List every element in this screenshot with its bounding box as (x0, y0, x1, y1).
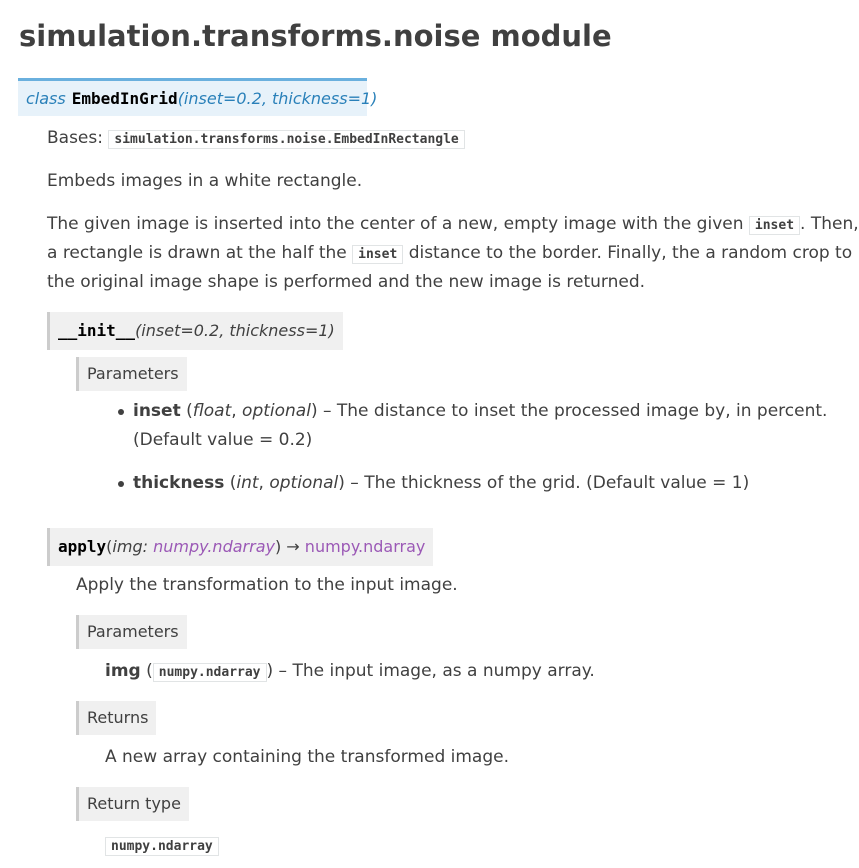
img-type-link[interactable]: numpy.ndarray (152, 663, 267, 682)
apply-name: apply (58, 537, 107, 556)
param-inset-default: (Default value = 0.2) (133, 430, 313, 450)
return-type-value-line: numpy.ndarray (105, 831, 219, 860)
return-type-label: Return type (76, 787, 189, 821)
returns-label: Returns (76, 701, 157, 735)
bases-line: Bases: simulation.transforms.noise.Embed… (47, 124, 465, 153)
class-summary: Embeds images in a white rectangle. (47, 171, 363, 191)
returns-text: A new array containing the transformed i… (105, 747, 509, 767)
description-line-3: the original image shape is performed an… (47, 272, 646, 292)
inline-code-inset: inset (748, 216, 801, 235)
param-thickness: thickness (int, optional) – The thicknes… (133, 473, 750, 493)
page-title: simulation.transforms.noise module (19, 19, 612, 53)
inline-code-inset: inset (352, 245, 404, 264)
description-line-2: a rectangle is drawn at the half the ins… (47, 243, 853, 264)
param-inset: inset (float, optional) – The distance t… (133, 401, 828, 421)
class-keyword: class (26, 89, 66, 108)
init-signature[interactable]: __init__(inset=0.2, thickness=1) (47, 312, 343, 350)
apply-summary: Apply the transformation to the input im… (76, 575, 458, 595)
bullet-icon (118, 409, 124, 415)
description-line-1: The given image is inserted into the cen… (47, 214, 859, 235)
bases-link[interactable]: simulation.transforms.noise.EmbedInRecta… (108, 130, 465, 149)
init-parameters-label: Parameters (76, 357, 187, 391)
init-name: __init__ (58, 321, 136, 340)
bases-label: Bases: (47, 128, 103, 148)
return-type-value[interactable]: numpy.ndarray (105, 837, 219, 856)
apply-parameters-label: Parameters (76, 615, 187, 649)
param-img: img (numpy.ndarray) – The input image, a… (105, 661, 595, 682)
param-type-link[interactable]: numpy.ndarray (153, 537, 275, 556)
class-signature[interactable]: class EmbedInGrid(inset=0.2, thickness=1) (18, 78, 377, 116)
class-name: EmbedInGrid (71, 89, 178, 108)
bullet-icon (118, 481, 124, 487)
return-type-link[interactable]: numpy.ndarray (305, 537, 426, 556)
init-params: (inset=0.2, thickness=1) (135, 321, 335, 340)
apply-signature[interactable]: apply(img: numpy.ndarray) → numpy.ndarra… (47, 528, 434, 566)
class-params: (inset=0.2, thickness=1) (177, 89, 378, 108)
